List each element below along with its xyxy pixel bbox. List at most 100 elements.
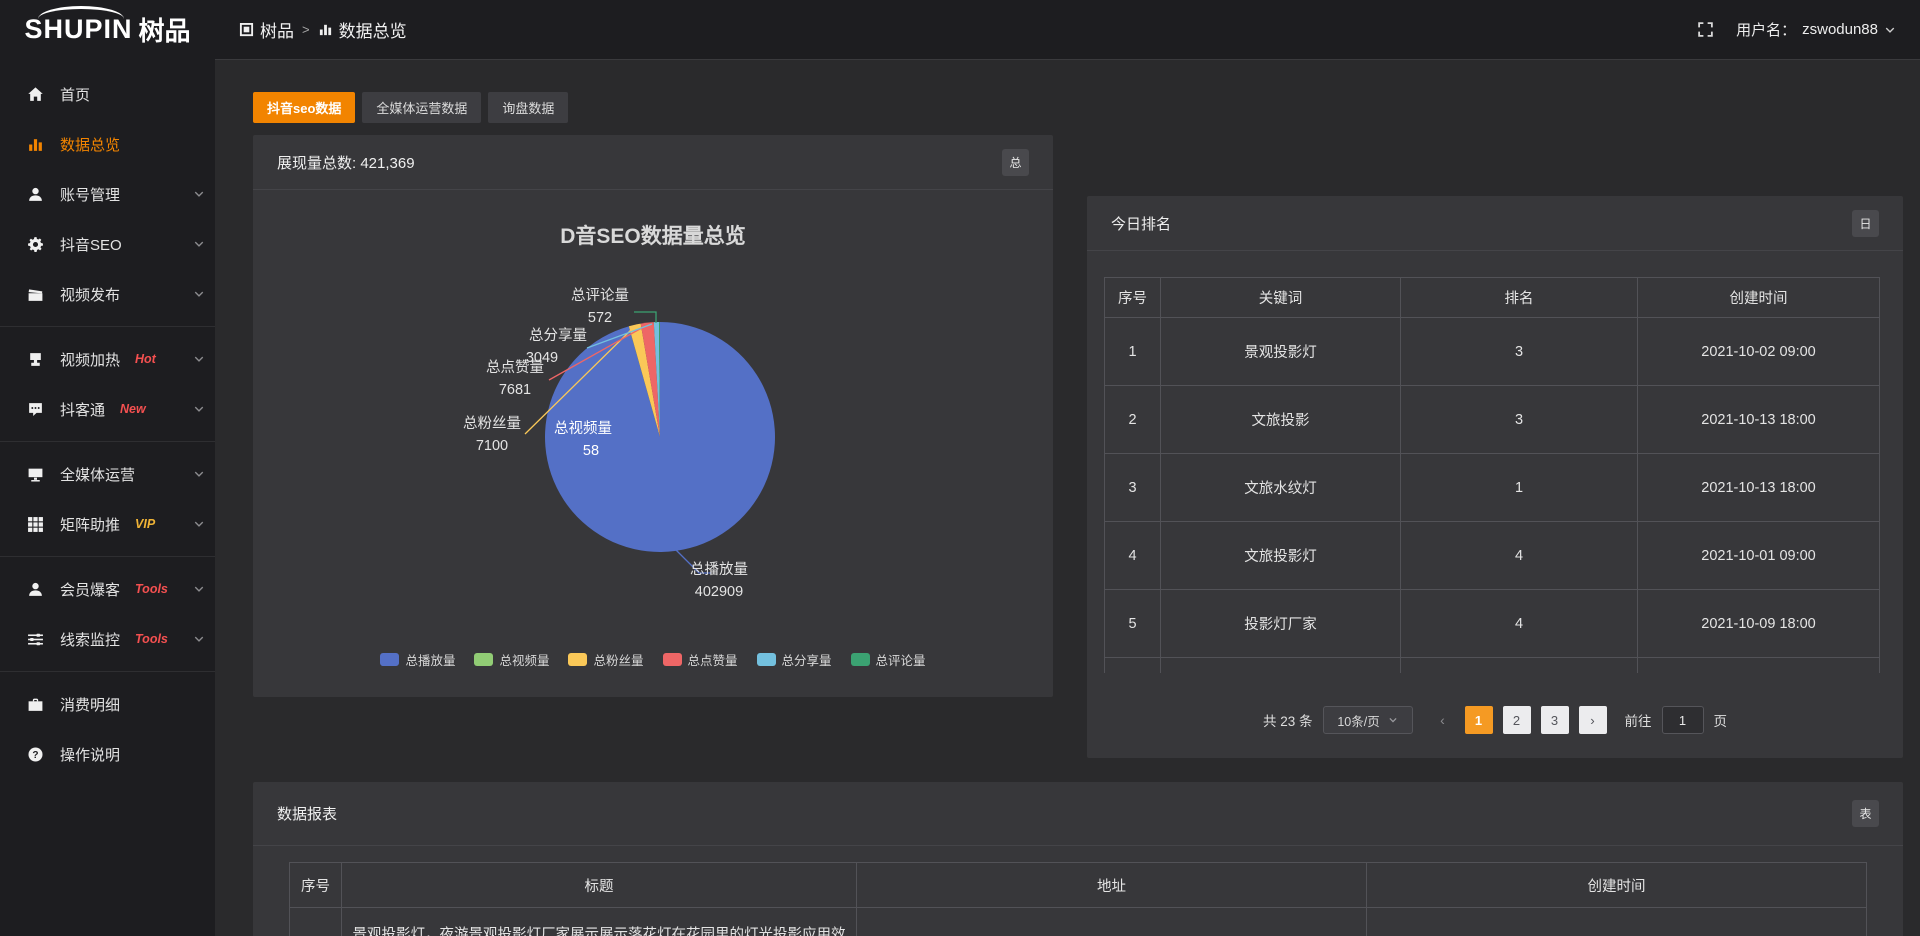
goto-label: 前往 (1625, 710, 1652, 730)
logo-arc-decoration (38, 6, 124, 32)
user-menu[interactable]: 用户名： zswodun88 (1736, 19, 1896, 40)
chevron-down-icon (193, 518, 205, 530)
pie-label-value: 402909 (695, 584, 743, 600)
pagination: 共 23 条 10条/页 ‹ 123 › 前往 页 (1087, 706, 1903, 734)
table-cell: 文旅投影灯 (1161, 522, 1401, 590)
sidebar-item-视频发布[interactable]: 视频发布 (0, 269, 215, 319)
sidebar-item-badge: Tools (135, 582, 168, 596)
table-cell: 2 (1105, 386, 1161, 454)
breadcrumb-root[interactable]: 树品 (239, 17, 294, 42)
chart-total-button[interactable]: 总 (1002, 149, 1029, 176)
page-button-3[interactable]: 3 (1541, 706, 1569, 734)
pie-chart: D音SEO数据量总览 总播放量总视频量总粉丝量总点赞量总分享量总评论量 总播放量… (253, 190, 1053, 696)
sidebar-item-数据总览[interactable]: 数据总览 (0, 119, 215, 169)
column-header-序号: 序号 (1105, 278, 1161, 318)
ranking-day-button[interactable]: 日 (1852, 210, 1879, 237)
sidebar-item-首页[interactable]: 首页 (0, 69, 215, 119)
title-cell: 景观投影灯，夜游景观投影灯厂家展示展示落花灯在花园里的灯光投影应用效果 # (342, 908, 857, 936)
report-panel-header: 数据报表 表 (253, 782, 1903, 846)
page-button-2[interactable]: 2 (1503, 706, 1531, 734)
sidebar-item-label: 线索监控 (60, 629, 120, 650)
sidebar-item-账号管理[interactable]: 账号管理 (0, 169, 215, 219)
user-icon (27, 186, 45, 203)
sidebar-item-label: 抖客通 (60, 399, 105, 420)
chevron-down-icon (193, 583, 205, 595)
table-row: 1景观投影灯，夜游景观投影灯厂家展示展示落花灯在花园里的灯光投影应用效果 #ht… (290, 908, 1867, 936)
chart-panel-header: 展现量总数: 421,369 总 (253, 135, 1053, 190)
pie-label-name: 总评论量 (571, 287, 629, 304)
tab-全媒体运营数据[interactable]: 全媒体运营数据 (362, 92, 481, 123)
breadcrumb-current: 数据总览 (318, 17, 407, 42)
header-right: 用户名： zswodun88 (1697, 19, 1896, 40)
next-page-button[interactable]: › (1579, 706, 1607, 734)
ranking-table-header-row: 序号关键词排名创建时间 (1105, 278, 1880, 318)
user-label: 用户名： (1736, 19, 1796, 40)
sidebar-item-全媒体运营[interactable]: 全媒体运营 (0, 449, 215, 499)
tab-抖音seo数据[interactable]: 抖音seo数据 (253, 92, 355, 123)
goto-page-input[interactable] (1662, 706, 1704, 734)
monitor-icon (27, 466, 45, 483)
table-cell: 3 (1401, 318, 1638, 386)
sidebar-item-消费明细[interactable]: 消费明细 (0, 679, 215, 729)
chevron-down-icon (1884, 24, 1896, 36)
chevron-down-icon (1388, 715, 1398, 725)
pie-label-value: 3049 (526, 350, 558, 366)
table-cell: 2021-10-13 18:00 (1638, 386, 1880, 454)
table-cell (1105, 658, 1161, 674)
table-cell: 2021-10-02 09:00 (1638, 318, 1880, 386)
tab-bar: 抖音seo数据全媒体运营数据询盘数据 (253, 92, 1903, 123)
pie-label-name: 总分享量 (529, 327, 587, 344)
breadcrumb-root-label: 树品 (260, 17, 294, 42)
table-cell: 4 (1105, 522, 1161, 590)
report-table-button[interactable]: 表 (1852, 800, 1879, 827)
sidebar-item-label: 账号管理 (60, 184, 120, 205)
help-icon: ? (27, 746, 45, 763)
sidebar-item-label: 消费明细 (60, 694, 120, 715)
sidebar-item-矩阵助推[interactable]: 矩阵助推VIP (0, 499, 215, 549)
page-button-1[interactable]: 1 (1465, 706, 1493, 734)
column-header-地址: 地址 (857, 863, 1367, 908)
sidebar-item-会员爆客[interactable]: 会员爆客 Tools (0, 564, 215, 614)
report-table: 序号标题地址创建时间 1景观投影灯，夜游景观投影灯厂家展示展示落花灯在花园里的灯… (289, 862, 1867, 936)
sidebar-item-badge: Hot (135, 352, 156, 366)
column-header-序号: 序号 (290, 863, 342, 908)
sidebar-item-操作说明[interactable]: ?操作说明 (0, 729, 215, 779)
prev-page-button[interactable]: ‹ (1431, 706, 1455, 734)
username: zswodun88 (1802, 21, 1878, 38)
sidebar-item-label: 会员爆客 (60, 579, 120, 600)
sidebar-item-线索监控[interactable]: 线索监控Tools (0, 614, 215, 664)
column-header-排名: 排名 (1401, 278, 1638, 318)
chat-icon (27, 401, 45, 418)
table-cell (1638, 658, 1880, 674)
sidebar-item-视频加热[interactable]: 视频加热Hot (0, 334, 215, 384)
sidebar-item-badge: New (120, 402, 146, 416)
pie-label-line (634, 312, 656, 323)
tab-询盘数据[interactable]: 询盘数据 (488, 92, 568, 123)
breadcrumb: 树品 > 数据总览 (239, 17, 407, 42)
sidebar-item-抖音SEO[interactable]: 抖音SEO (0, 219, 215, 269)
chart-panel: 展现量总数: 421,369 总 D音SEO数据量总览 总播放量总视频量总粉丝量… (253, 135, 1053, 697)
table-row: 4文旅投影灯42021-10-01 09:00 (1105, 522, 1880, 590)
impressions-total: 展现量总数: 421,369 (277, 152, 415, 173)
table-cell: 4 (1401, 590, 1638, 658)
fullscreen-button[interactable] (1697, 21, 1714, 38)
pagination-total: 共 23 条 (1263, 710, 1313, 730)
pie-label-value: 7681 (499, 382, 531, 398)
sidebar-divider (0, 556, 215, 557)
chevron-down-icon (193, 188, 205, 200)
bar-chart-icon (27, 136, 45, 153)
table-row: 5投影灯厂家42021-10-09 18:00 (1105, 590, 1880, 658)
breadcrumb-current-label: 数据总览 (339, 17, 407, 42)
column-header-创建时间: 创建时间 (1638, 278, 1880, 318)
heat-icon (27, 351, 45, 368)
table-cell: 5 (1105, 590, 1161, 658)
sidebar-item-抖客通[interactable]: 抖客通 New (0, 384, 215, 434)
page-size-select[interactable]: 10条/页 (1323, 706, 1413, 734)
table-cell: 2021-10-09 18:00 (1638, 590, 1880, 658)
chevron-down-icon (193, 403, 205, 415)
bar-chart-icon (318, 22, 333, 37)
main-content: 抖音seo数据全媒体运营数据询盘数据 展现量总数: 421,369 总 D音SE… (215, 59, 1920, 936)
column-header-标题: 标题 (342, 863, 857, 908)
sidebar-item-label: 首页 (60, 84, 90, 105)
table-row: 3文旅水纹灯12021-10-13 18:00 (1105, 454, 1880, 522)
